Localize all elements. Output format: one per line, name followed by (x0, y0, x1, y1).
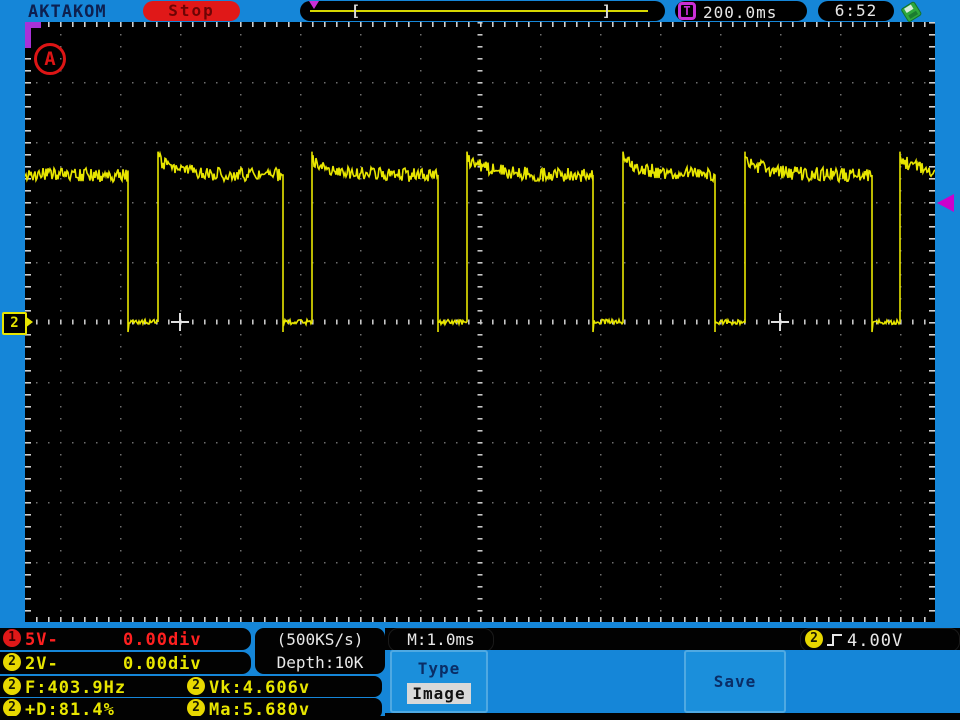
meas-badge: 2 (3, 677, 21, 695)
auto-mode-indicator: A (34, 43, 66, 75)
ch2-zero-level-marker[interactable]: 2 (2, 312, 33, 335)
ch2-badge: 2 (3, 653, 21, 671)
trigger-level-value: 4.00V (847, 631, 904, 651)
ch1-scale: 5V- (25, 630, 59, 650)
ch2-scale: 2V- (25, 654, 59, 674)
window-right-bracket: ] (602, 2, 612, 20)
softkey-menu-bar: Type Image Save (385, 650, 960, 713)
record-window-line (310, 10, 648, 12)
type-label: Type (417, 659, 461, 678)
oscilloscope-screen: { "header": { "brand": "AKTAKOM", "run_s… (0, 0, 960, 720)
ch1-badge: 1 (3, 629, 21, 647)
measurement-row: 2 F:403.9Hz 2 Vk:4.606v (0, 676, 382, 698)
ch2-offset: 0.00div (123, 654, 202, 674)
meas-vk: Vk:4.606v (209, 678, 311, 698)
bottom-status-panel: 1 5V- 0.00div 2 2V- 0.00div (500KS/s) De… (0, 628, 960, 720)
panel-divider (0, 716, 960, 720)
acquisition-info-box: (500KS/s) Depth:10K (255, 628, 385, 674)
meas-frequency: F:403.9Hz (25, 678, 127, 698)
meas-badge: 2 (187, 677, 205, 695)
usb-flash-icon (901, 1, 922, 22)
trigger-position-bar[interactable]: [ ] (300, 1, 665, 21)
window-left-bracket: [ (351, 2, 361, 20)
trigger-source-badge: 2 (805, 630, 823, 648)
trigger-level-arrow-icon[interactable] (937, 194, 954, 212)
record-depth: Depth:10K (276, 653, 364, 672)
ch1-status-pill: 1 5V- 0.00div (0, 628, 251, 650)
waveform-display (25, 22, 935, 622)
meas-badge: 2 (187, 699, 205, 717)
brand-logo: AKTAKOM (28, 2, 107, 22)
trigger-t-icon: T (678, 2, 696, 20)
ch1-offset: 0.00div (123, 630, 202, 650)
trigger-position-marker-icon[interactable] (309, 1, 319, 9)
clock: 6:52 (818, 1, 894, 21)
type-value[interactable]: Image (407, 683, 471, 704)
type-menu-button[interactable]: Type Image (390, 650, 488, 713)
rising-edge-icon (827, 634, 842, 646)
trigger-level-readout: 2 4.00V (800, 628, 960, 652)
meas-badge: 2 (3, 699, 21, 717)
trigger-delay-value: 200.0ms (703, 3, 778, 22)
trigger-delay-readout: T 200.0ms (675, 1, 807, 22)
timebase-readout: M:1.0ms (388, 628, 494, 652)
ch2-status-pill: 2 2V- 0.00div (0, 652, 251, 674)
sample-rate: (500KS/s) (276, 630, 364, 649)
run-state-badge: Stop (143, 1, 240, 21)
save-button[interactable]: Save (684, 650, 786, 713)
top-status-bar: AKTAKOM Stop [ ] T 200.0ms 6:52 (0, 0, 960, 22)
